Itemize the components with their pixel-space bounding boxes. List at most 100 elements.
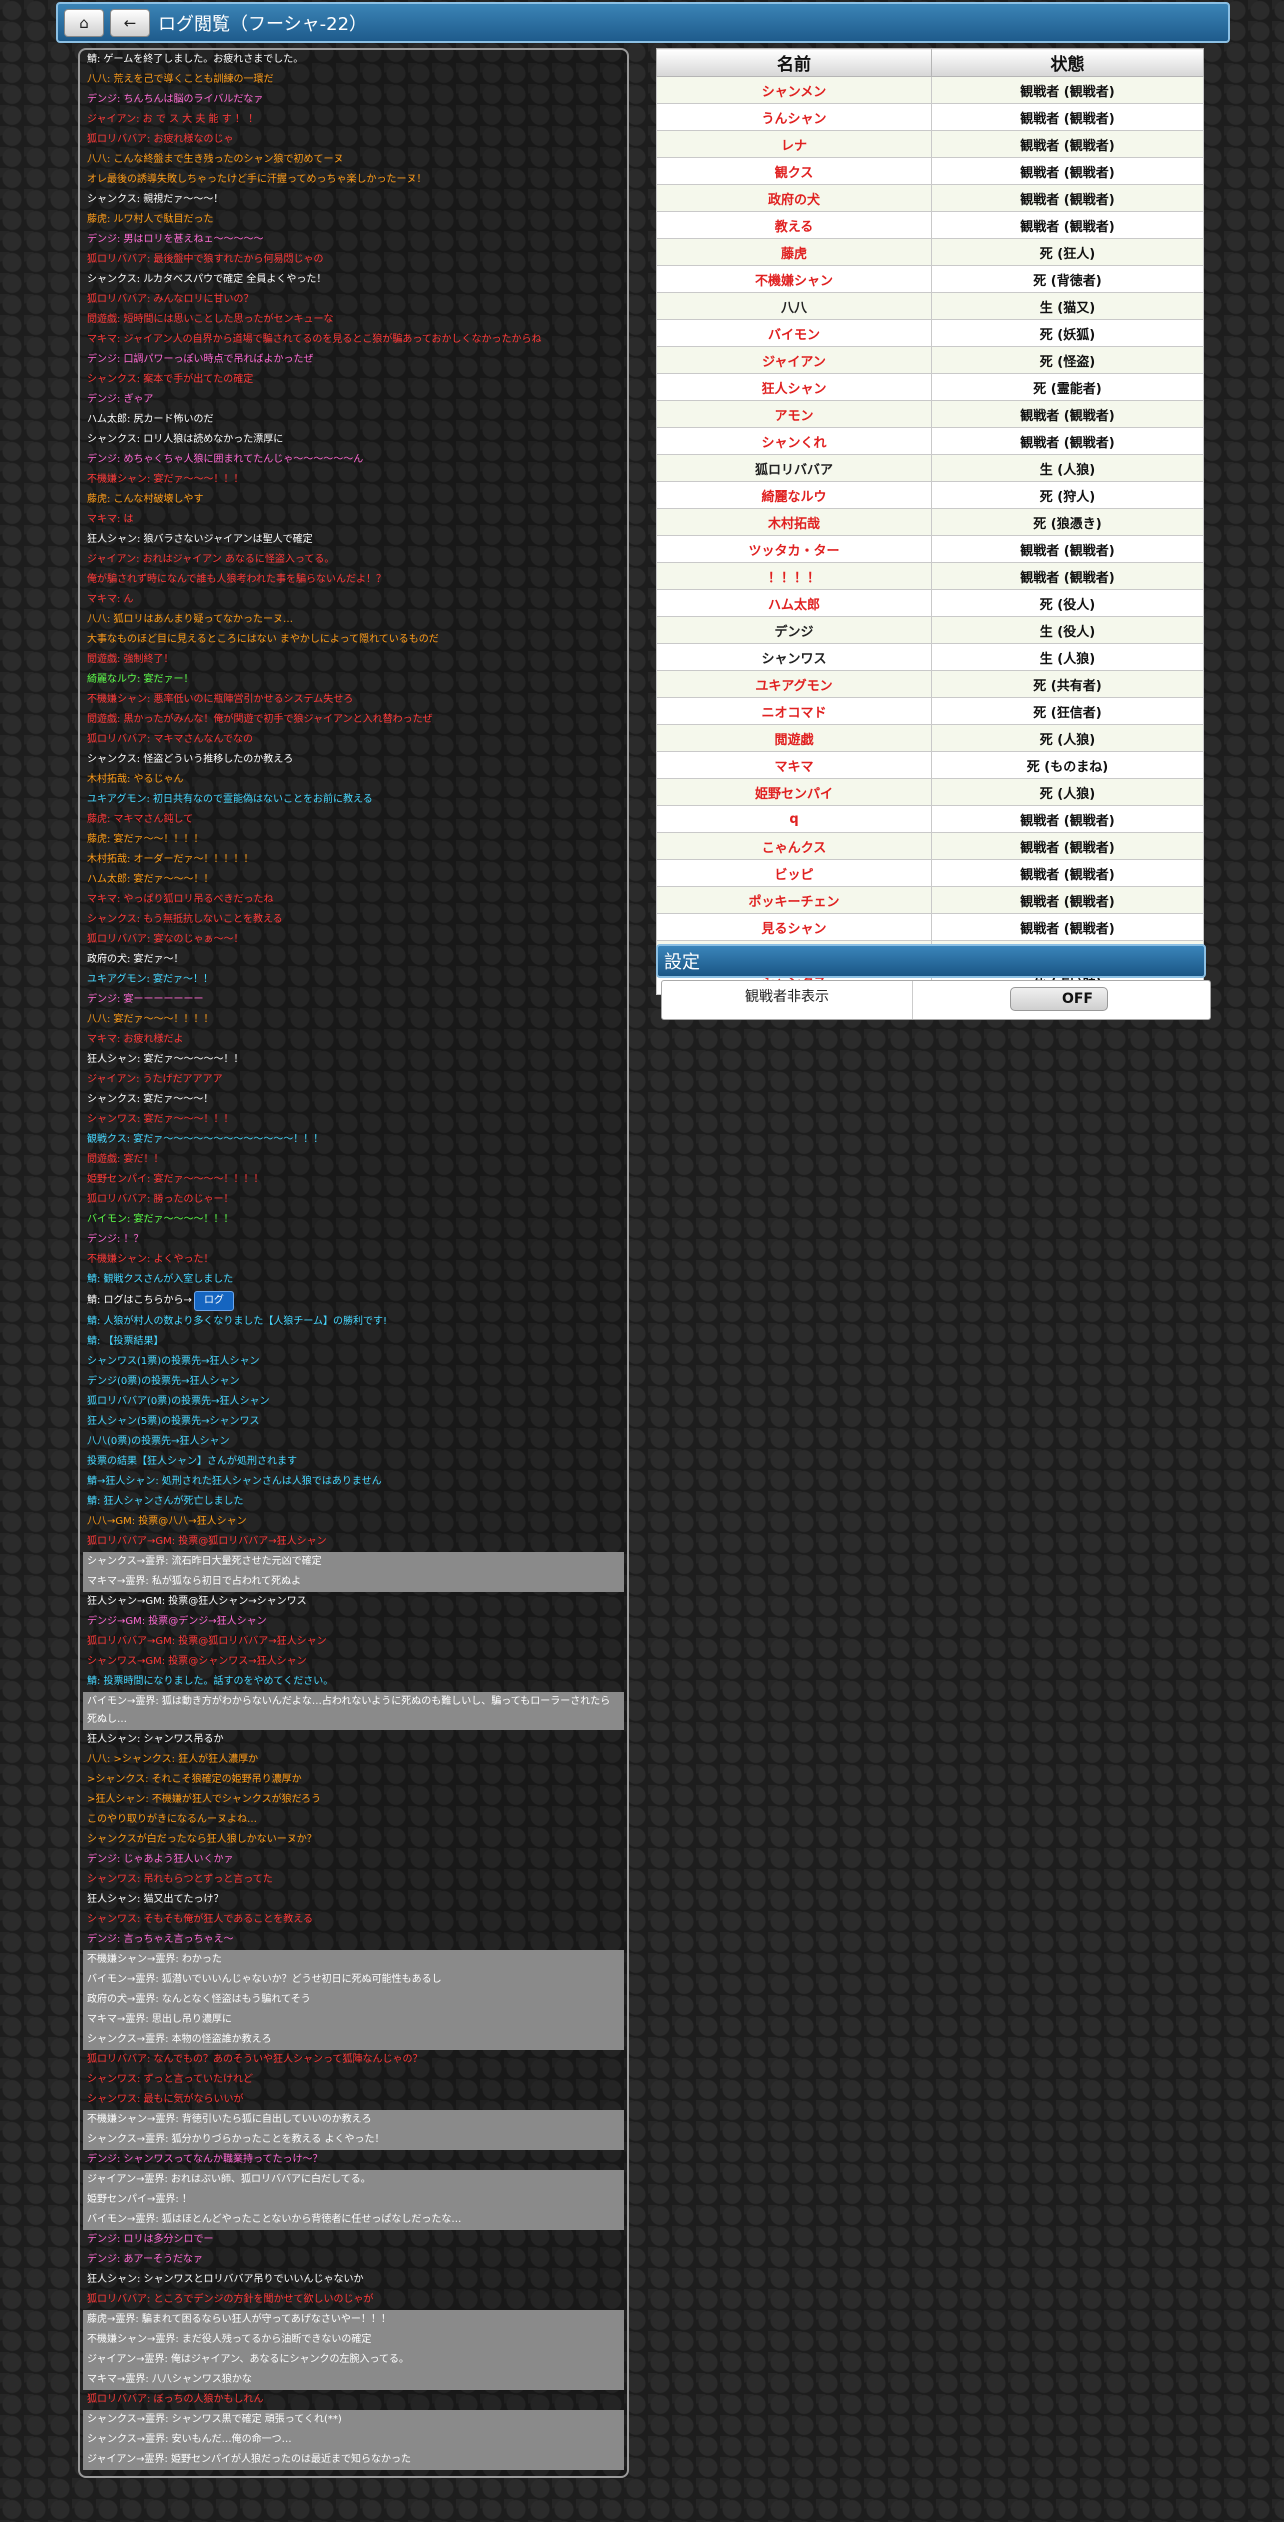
- player-status: 死 (狂信者): [931, 697, 1204, 725]
- back-button[interactable]: ←: [110, 8, 150, 37]
- log-line: >シャンクス: それこそ狼確定の姫野吊り濃厚か: [83, 1770, 624, 1790]
- player-row: 狂人シャン死 (霊能者): [656, 373, 1204, 401]
- log-line-text: 綺麗なルウ: 宴だァー！: [87, 674, 194, 685]
- log-line-text: ユキアグモン: 初日共有なので霊能偽はないことをお前に教える: [87, 794, 373, 805]
- player-status: 死 (ものまね): [931, 751, 1204, 779]
- log-line: 鯖: 人狼が村人の数より多くなりました【人狼チーム】の勝利です!: [83, 1312, 624, 1332]
- log-line: 鯖→狂人シャン: 処刑された狂人シャンさんは人狼ではありません: [83, 1472, 624, 1492]
- log-line: 狐ロリババア: お疲れ様なのじゃ: [83, 130, 624, 150]
- column-header-status: 状態: [931, 48, 1204, 77]
- log-line-text: 木村拓哉: オーダーだァ〜！！！！！: [87, 854, 254, 865]
- log-line-text: シャンクス→霊界: 安いもんだ…俺の命一つ…: [87, 2434, 292, 2445]
- log-line-text: ジャイアン: お で ス 大 夫 能 す ！ ！: [87, 114, 259, 125]
- log-line-text: シャンクス: もう無抵抗しないことを教える: [87, 914, 283, 925]
- log-line-text: 藤虎: ルワ村人で駄目だった: [87, 214, 214, 225]
- log-line-text: 狐ロリババア: なんでもの？あのそういや狂人シャンって狐陣なんじゃの？: [87, 2054, 423, 2065]
- player-name: シャンくれ: [656, 427, 932, 455]
- chat-log-panel[interactable]: 鯖: ゲームを終了しました。お疲れさまでした。 八八: 荒えを己で導くことも訓練の…: [78, 48, 629, 2478]
- log-line: シャンクス: ルカタベスパウで確定 全員よくやった！: [83, 270, 624, 290]
- player-row: 八八生 (猫又): [656, 292, 1204, 320]
- log-line: デンジ: ぎゃア: [83, 390, 624, 410]
- player-name: 見るシャン: [656, 913, 932, 941]
- player-name: 不機嫌シャン: [656, 265, 932, 293]
- home-icon: ⌂: [79, 13, 89, 32]
- log-line: 藤虎: こんな村破壊しやす: [83, 490, 624, 510]
- log-line: 狐ロリババア→GM: 投票@狐ロリババア→狂人シャン: [83, 1632, 624, 1652]
- log-line-text: デンジ→GM: 投票@デンジ→狂人シャン: [87, 1616, 267, 1627]
- player-name: レナ: [656, 130, 932, 158]
- log-line: 大事なものほど目に見えるところにはない まやかしによって隠れているものだ: [83, 630, 624, 650]
- log-line: 狐ロリババア: みんなロリに甘いの？: [83, 290, 624, 310]
- log-line: 鯖: 投票時間になりました。話すのをやめてください。: [83, 1672, 624, 1692]
- player-status: 観戦者 (観戦者): [931, 211, 1204, 239]
- header-bar: ⌂ ← ログ閲覧（フーシャ-22）: [56, 2, 1230, 43]
- log-line-text: シャンクス: 怪盗どういう推移したのか教えろ: [87, 754, 294, 765]
- player-status: 観戦者 (観戦者): [931, 832, 1204, 860]
- player-name: ビッピ: [656, 859, 932, 887]
- log-line: マキマ: お疲れ様だよ: [83, 1030, 624, 1050]
- log-line-text: マキマ: やっぱり狐ロリ吊るべきだったね: [87, 894, 274, 905]
- log-line: 八八: こんな終盤まで生き残ったのシャン狼で初めてーヌ: [83, 150, 624, 170]
- log-line: デンジ: じゃあよう狂人いくかァ: [83, 1850, 624, 1870]
- player-row: ポッキーチェン 観戦者 (観戦者): [656, 886, 1204, 914]
- log-line: ジャイアン→霊界: おれはぶい師、狐ロリババアに白だしてる。: [83, 2170, 624, 2190]
- player-name: ポッキーチェン: [656, 886, 932, 914]
- home-button[interactable]: ⌂: [64, 8, 104, 37]
- log-line-text: 狂人シャン: シャンワスとロリババア吊りでいいんじゃないか: [87, 2274, 364, 2285]
- player-row: 木村拓哉死 (狼憑き): [656, 508, 1204, 536]
- log-line: 狂人シャン: 宴だァ〜〜〜〜〜！！: [83, 1050, 624, 1070]
- log-line-text: 狐ロリババア(0票)の投票先→狂人シャン: [87, 1396, 270, 1407]
- log-line: 狐ロリババア: 最後盤中で狼すれたから何易悶じゃの: [83, 250, 624, 270]
- player-row: 綺麗なルウ死 (狩人): [656, 481, 1204, 509]
- log-line-text: バイモン→霊界: 狐は動き方がわからないんだよな…占われないように死ぬのも難しい…: [87, 1696, 611, 1725]
- player-row: 閲遊戯死 (人狼): [656, 724, 1204, 752]
- log-line: デンジ: 言っちゃえ言っちゃえ〜: [83, 1930, 624, 1950]
- player-row: ハム太郎死 (役人): [656, 589, 1204, 617]
- log-line: ユキアグモン: 宴だァ〜！！: [83, 970, 624, 990]
- log-line: 狐ロリババア: 宴なのじゃぁ〜〜！: [83, 930, 624, 950]
- log-line: 閲遊戯: 黒かったがみんな！俺が関遊で初手で狼ジャイアンと入れ替わったぜ: [83, 710, 624, 730]
- log-line-text: シャンクス: 親視だァ〜〜〜！: [87, 194, 224, 205]
- log-line: 狂人シャン: シャンワス吊るか: [83, 1730, 624, 1750]
- log-link-button[interactable]: ログ: [193, 1291, 234, 1311]
- log-line: 政府の犬: 宴だァ〜！: [83, 950, 624, 970]
- log-line-text: デンジ: ちんちんは脳のライバルだなァ: [87, 94, 264, 105]
- log-line-text: シャンワス(1票)の投票先→狂人シャン: [87, 1356, 260, 1367]
- log-line-text: デンジ(0票)の投票先→狂人シャン: [87, 1376, 240, 1387]
- log-line: シャンワス: 宴だァ〜〜〜！！！: [83, 1110, 624, 1130]
- log-line: 姫野センパイ→霊界: ！: [83, 2190, 624, 2210]
- log-line-text: >シャンクス: それこそ狼確定の姫野吊り濃厚か: [87, 1774, 302, 1785]
- log-line: ジャイアン→霊界: 姫野センパイが人狼だったのは最近まで知らなかった: [83, 2450, 624, 2470]
- log-line: 不機嫌シャン→霊界: まだ役人残ってるから油断できないの確定: [83, 2330, 624, 2350]
- player-status: 観戦者 (観戦者): [931, 859, 1204, 887]
- log-line-text: 藤虎: こんな村破壊しやす: [87, 494, 204, 505]
- log-line-text: 狐ロリババア: マキマさんなんでなの: [87, 734, 254, 745]
- log-line-text: 閲遊戯: 宴だ！！: [87, 1154, 164, 1165]
- player-row: 観クス 観戦者 (観戦者): [656, 157, 1204, 185]
- log-line: デンジ: シャンワスってなんか職業持ってたっけ〜？: [83, 2150, 624, 2170]
- log-line: マキマ→霊界: 八八シャンワス狼かな: [83, 2370, 624, 2390]
- log-line: 八八: 荒えを己で導くことも訓練の一環だ: [83, 70, 624, 90]
- log-line-text: デンジ: じゃあよう狂人いくかァ: [87, 1854, 234, 1865]
- log-line: 不機嫌シャン: 宴だァ〜〜〜！！！: [83, 470, 624, 490]
- log-line: シャンクス→霊界: 狐分かりづらかったことを教える よくやった！: [83, 2130, 624, 2150]
- hide-spectators-toggle[interactable]: OFF: [1010, 987, 1108, 1011]
- log-line-text: ハム太郎: 尻カード怖いのだ: [87, 414, 214, 425]
- log-line: 鯖: 狂人シャンさんが死亡しました: [83, 1492, 624, 1512]
- log-line-text: 閲遊戯: 黒かったがみんな！俺が関遊で初手で狼ジャイアンと入れ替わったぜ: [87, 714, 433, 725]
- player-status: 死 (人狼): [931, 778, 1204, 806]
- player-status: 死 (共有者): [931, 670, 1204, 698]
- log-line-text: バイモン→霊界: 狐潜いでいいんじゃないか？どうせ初日に死ぬ可能性もあるし: [87, 1974, 442, 1985]
- player-status: 生 (人狼): [931, 643, 1204, 671]
- log-line: シャンクス→霊界: 安いもんだ…俺の命一つ…: [83, 2430, 624, 2450]
- log-line-text: 不機嫌シャン: よくやった！: [87, 1254, 214, 1265]
- log-line-text: 不機嫌シャン: 悪率低いのに瓶陣営引かせるシステム失せろ: [87, 694, 354, 705]
- player-status: 観戦者 (観戦者): [931, 427, 1204, 455]
- log-line-text: シャンクス→霊界: 流石昨日大量死させた元凶で確定: [87, 1556, 322, 1567]
- log-line-text: 鯖: 【投票結果】: [87, 1336, 164, 1347]
- log-line-text: 鯖: 狂人シャンさんが死亡しました: [87, 1496, 244, 1507]
- log-line-text: 狐ロリババア: お疲れ様なのじゃ: [87, 134, 234, 145]
- log-line-text: 姫野センパイ: 宴だァ〜〜〜〜！！！！: [87, 1174, 264, 1185]
- log-line: マキマ: は: [83, 510, 624, 530]
- player-status: 死 (狼憑き): [931, 508, 1204, 536]
